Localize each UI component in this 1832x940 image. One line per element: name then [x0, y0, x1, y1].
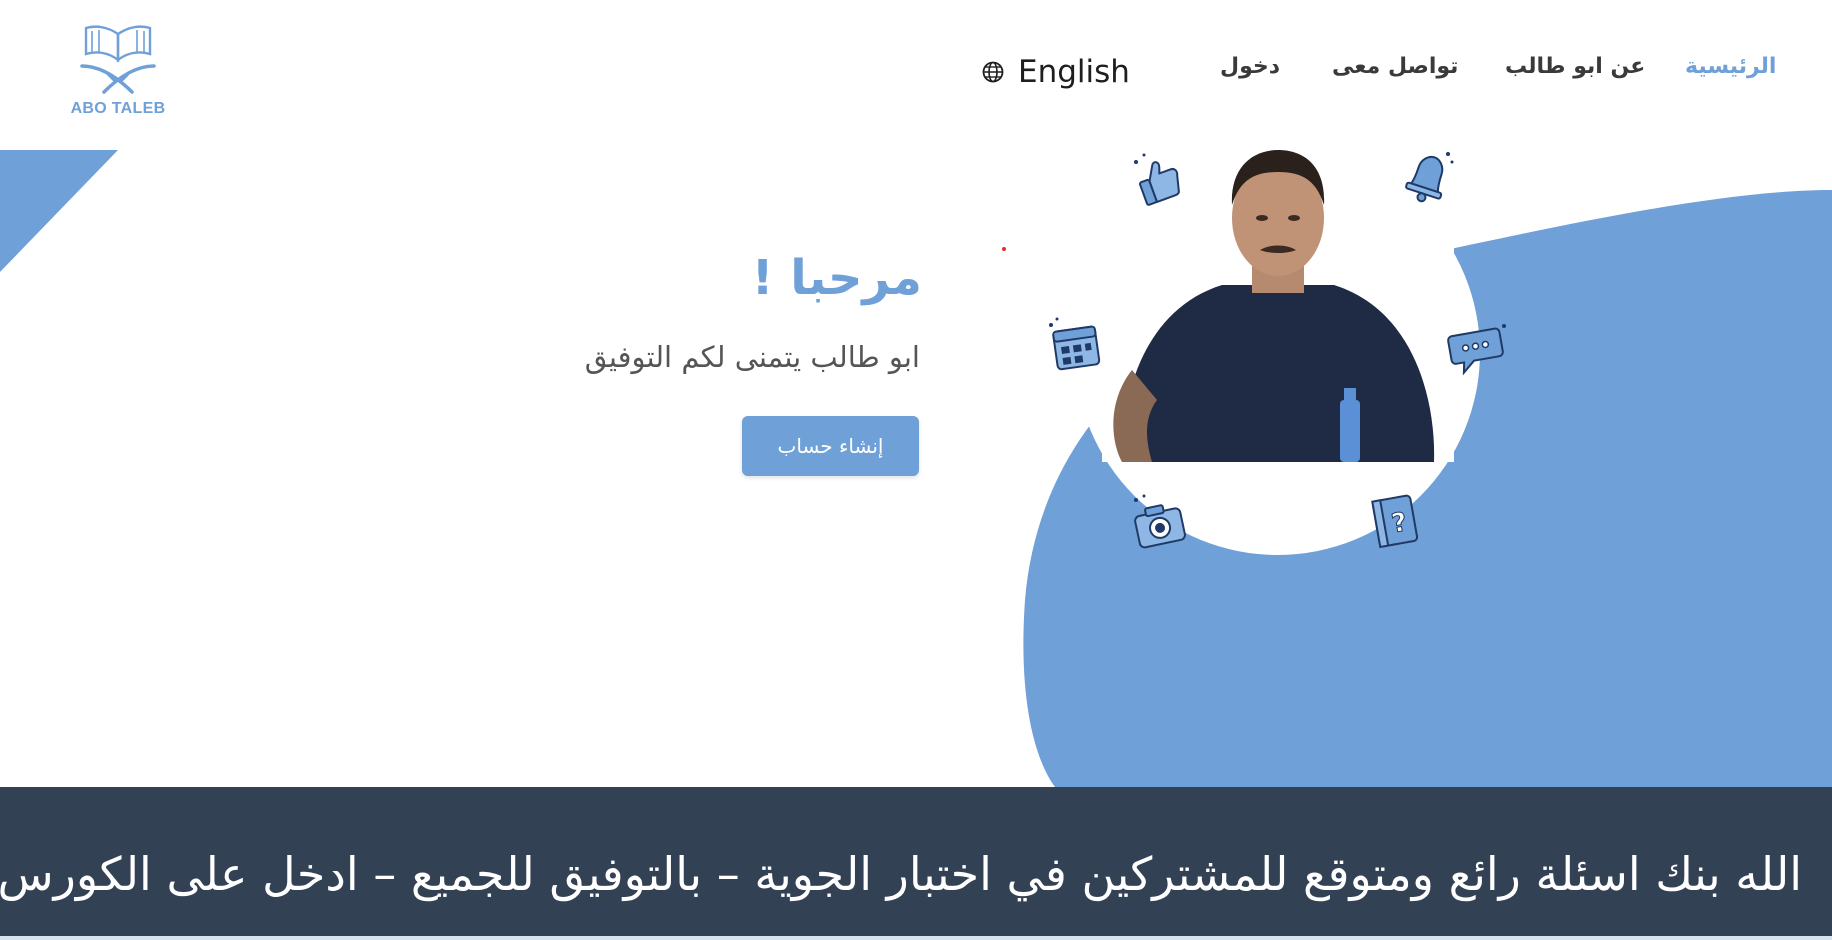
- logo-text: ABO TALEB: [70, 100, 166, 117]
- nav-home[interactable]: الرئيسية: [1685, 54, 1776, 79]
- question-book-icon: ?: [1371, 494, 1419, 549]
- bell-icon: [1405, 152, 1454, 203]
- camera-icon: [1134, 494, 1186, 549]
- nav-about[interactable]: عن ابو طالب: [1505, 54, 1645, 79]
- ticker-text[interactable]: الله بنك اسئلة رائع ومتوقع للمشتركين في …: [0, 847, 1802, 901]
- page: ABO TALEB English دخول تواصل معى عن ابو …: [0, 0, 1832, 940]
- site-header: ABO TALEB English دخول تواصل معى عن ابو …: [0, 0, 1832, 150]
- chat-icon: [1447, 324, 1506, 376]
- news-ticker-banner: الله بنك اسئلة رائع ومتوقع للمشتركين في …: [0, 787, 1832, 940]
- language-switcher[interactable]: English: [982, 50, 1130, 94]
- language-label: English: [1018, 54, 1130, 90]
- calendar-icon: [1049, 317, 1101, 371]
- hero-subtitle: ابو طالب يتمنى لكم التوفيق: [584, 340, 920, 374]
- decorative-dot: [1002, 247, 1006, 251]
- book-swords-logo-icon: [80, 25, 156, 94]
- site-logo[interactable]: ABO TALEB: [62, 22, 174, 122]
- thumbs-up-icon: [1134, 153, 1180, 206]
- banner-bottom-line: [0, 936, 1832, 940]
- nav-contact[interactable]: تواصل معى: [1332, 54, 1458, 79]
- create-account-button[interactable]: إنشاء حساب: [742, 416, 919, 476]
- globe-icon: [982, 61, 1004, 83]
- nav-login[interactable]: دخول: [1220, 54, 1280, 79]
- hero-title: مرحبا !: [751, 250, 922, 306]
